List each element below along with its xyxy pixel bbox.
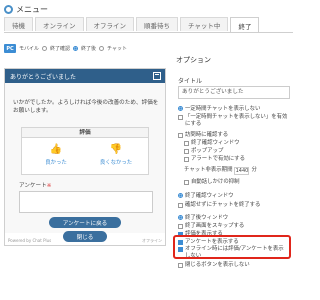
end-window-section-row[interactable]: 終了後ウィンドウ — [178, 215, 228, 222]
window-item-checkbox[interactable] — [178, 203, 183, 208]
window-item-row[interactable]: 確認せずにチャットを終了する — [178, 202, 260, 209]
chat-widget-preview: ありがとうございました いかがでしたか。よろしければ今後の改善のため、評価をお願… — [4, 68, 166, 246]
tab-offline[interactable]: オフライン — [85, 17, 134, 31]
hide-close-checkbox[interactable] — [178, 263, 183, 268]
confirm-item-1[interactable]: 終了確認ウィンドウ — [184, 140, 240, 147]
menu-title: メニュー — [16, 4, 48, 14]
question-label: アンケート※ — [19, 181, 51, 189]
widget-footer: Powered by Chat Plus オフライン — [5, 237, 165, 245]
rating-good-label: 良かった — [45, 160, 67, 166]
thumbs-up-icon: 👍 — [49, 144, 63, 155]
window-item-label: 確認せずにチャットを終了する — [185, 202, 261, 208]
radio-end-confirm[interactable] — [42, 46, 48, 51]
tab-chatting[interactable]: チャット中 — [180, 17, 229, 31]
question-label-text: アンケート — [19, 183, 47, 189]
hide-close-label: 閉じるボタンを表示しない — [185, 262, 250, 268]
window-section-row[interactable]: 終了確認ウィンドウ — [178, 193, 234, 200]
pc-badge[interactable]: PC — [4, 44, 16, 53]
rating-good[interactable]: 👍 良かった — [36, 144, 76, 166]
rating-title: 評価 — [22, 128, 148, 138]
confirm-label-3: アラートで有効にする — [191, 156, 245, 162]
tab-online[interactable]: オンライン — [35, 17, 84, 31]
confirm-label-1: 終了確認ウィンドウ — [191, 140, 240, 146]
rating-bad[interactable]: 👎 良くなかった — [96, 144, 136, 166]
tab-ended[interactable]: 終了 — [230, 17, 260, 33]
options-title: オプション — [176, 56, 211, 64]
interval-row: チャット非表示期間 1440 分 — [184, 167, 257, 175]
widget-header: ありがとうございました — [5, 69, 165, 83]
confirm-item-2[interactable]: ポップアップ — [184, 148, 223, 155]
rating-bad-label: 良くなかった — [99, 160, 133, 166]
gear-icon — [4, 4, 13, 14]
auto-hide-row[interactable]: 自動話しかけの抑制 — [184, 179, 240, 186]
tab-queue[interactable]: 順番待ち — [136, 17, 178, 31]
question-textarea[interactable] — [19, 191, 153, 213]
interval-unit: 分 — [251, 167, 257, 173]
interval-label: チャット非表示期間 — [184, 167, 233, 173]
required-mark: ※ — [46, 183, 52, 189]
widget-body: いかがでしたか。よろしければ今後の改善のため、評価をお願いします。 評価 👍 良… — [5, 83, 165, 233]
mobile-label[interactable]: モバイル — [19, 45, 39, 52]
end-window-label-0: 終了画面をスキップする — [185, 223, 245, 229]
confirm-label-0: 訪問時に確認する — [185, 132, 229, 138]
highlight-box — [173, 235, 291, 259]
status-tabs: 待機 オンライン オフライン 順番待ち チャット中 終了 — [4, 17, 293, 33]
tabs-divider — [4, 32, 293, 33]
widget-title: ありがとうございました — [10, 73, 77, 81]
minimize-icon[interactable] — [153, 72, 161, 80]
end-window-item-0[interactable]: 終了画面をスキップする — [178, 223, 244, 230]
radio-chat-label: チャット — [107, 46, 127, 52]
confirm-item-3[interactable]: アラートで有効にする — [184, 156, 245, 163]
end-sub-row[interactable]: 「一定時間チャットを表示しない」を有効にする — [178, 114, 289, 128]
footer-status: オフライン — [142, 238, 162, 243]
auto-hide-label: 自動話しかけの抑制 — [191, 179, 240, 185]
confirm-checkbox-3[interactable] — [184, 157, 189, 162]
confirm-checkbox-1[interactable] — [184, 141, 189, 146]
end-window-section-label: 終了後ウィンドウ — [185, 215, 229, 221]
radio-after-end[interactable] — [73, 46, 79, 51]
return-questionnaire-button[interactable]: アンケートに戻る — [49, 217, 121, 228]
device-mode-row: PC モバイル 終了確認 終了後 チャット — [4, 44, 127, 53]
radio-after-end-label: 終了後 — [81, 46, 97, 52]
end-section-label: 一定時間チャットを表示しない — [185, 106, 261, 112]
title-input[interactable]: ありがとうございました — [178, 86, 290, 99]
end-section-row[interactable]: 一定時間チャットを表示しない — [178, 106, 260, 113]
end-window-section-radio[interactable] — [178, 215, 183, 220]
hide-close-row[interactable]: 閉じるボタンを表示しない — [178, 262, 250, 269]
auto-hide-checkbox[interactable] — [184, 180, 189, 185]
radio-chat[interactable] — [99, 46, 105, 51]
thumbs-down-icon: 👎 — [109, 144, 123, 155]
rating-box: 評価 👍 良かった 👎 良くなかった — [21, 127, 149, 175]
confirm-item-0[interactable]: 訪問時に確認する — [178, 132, 228, 139]
interval-input[interactable]: 1440 — [234, 167, 250, 175]
tab-standby[interactable]: 待機 — [4, 17, 33, 31]
end-sub-checkbox[interactable] — [178, 115, 183, 120]
end-sub-label: 「一定時間チャットを表示しない」を有効にする — [185, 114, 288, 127]
radio-end-confirm-label: 終了確認 — [50, 46, 71, 52]
powered-by: Powered by Chat Plus — [8, 238, 52, 243]
title-label: タイトル — [178, 78, 203, 85]
window-section-radio[interactable] — [178, 193, 183, 198]
end-section-radio[interactable] — [178, 106, 183, 111]
menu-header: メニュー — [4, 3, 48, 15]
widget-message: いかがでしたか。よろしければ今後の改善のため、評価をお願いします。 — [13, 100, 159, 114]
end-window-checkbox-0[interactable] — [178, 224, 183, 229]
window-section-label: 終了確認ウィンドウ — [185, 193, 234, 199]
confirm-checkbox-2[interactable] — [184, 149, 189, 154]
confirm-checkbox-0[interactable] — [178, 133, 183, 138]
confirm-label-2: ポップアップ — [191, 148, 224, 154]
